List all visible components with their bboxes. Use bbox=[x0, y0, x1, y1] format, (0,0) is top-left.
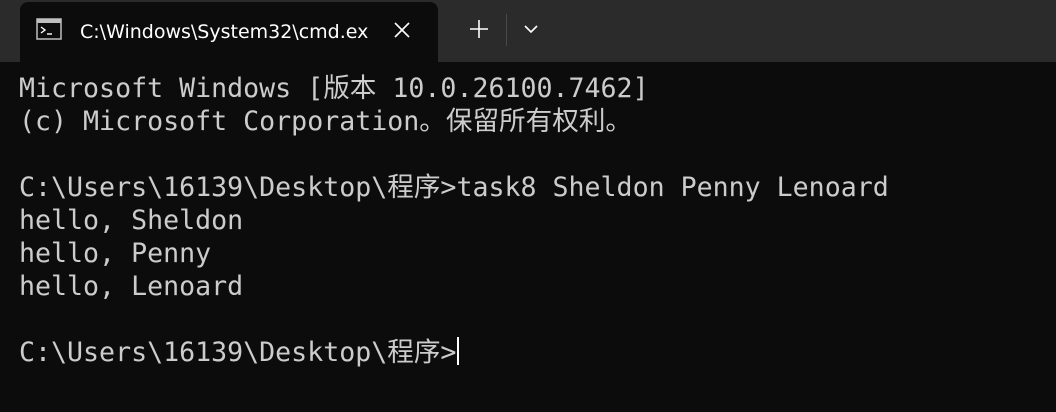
output-line: Microsoft Windows [版本 10.0.26100.7462] bbox=[19, 73, 649, 104]
terminal-output[interactable]: Microsoft Windows [版本 10.0.26100.7462] (… bbox=[0, 62, 1056, 412]
tab-separator bbox=[506, 14, 507, 46]
tab-bar: C:\Windows\System32\cmd.ex bbox=[0, 0, 1056, 62]
output-line: (c) Microsoft Corporation。保留所有权利。 bbox=[19, 106, 633, 137]
cmd-prompt-icon bbox=[36, 18, 62, 40]
close-icon[interactable] bbox=[392, 20, 412, 40]
text-cursor bbox=[457, 337, 460, 365]
terminal-window: C:\Windows\System32\cmd.ex Microsoft Win… bbox=[0, 0, 1056, 412]
output-line: hello, Sheldon bbox=[19, 205, 244, 236]
output-line: hello, Penny bbox=[19, 238, 212, 269]
command-line: C:\Users\16139\Desktop\程序>task8 Sheldon … bbox=[19, 172, 889, 203]
chevron-down-icon[interactable] bbox=[514, 12, 548, 46]
tab-title: C:\Windows\System32\cmd.ex bbox=[80, 21, 369, 43]
plus-icon[interactable] bbox=[462, 12, 496, 46]
prompt-text: C:\Users\16139\Desktop\程序> bbox=[19, 337, 457, 368]
prompt-line: C:\Users\16139\Desktop\程序> bbox=[19, 336, 460, 369]
tab-cmd[interactable]: C:\Windows\System32\cmd.ex bbox=[20, 2, 438, 62]
output-line: hello, Lenoard bbox=[19, 271, 244, 302]
